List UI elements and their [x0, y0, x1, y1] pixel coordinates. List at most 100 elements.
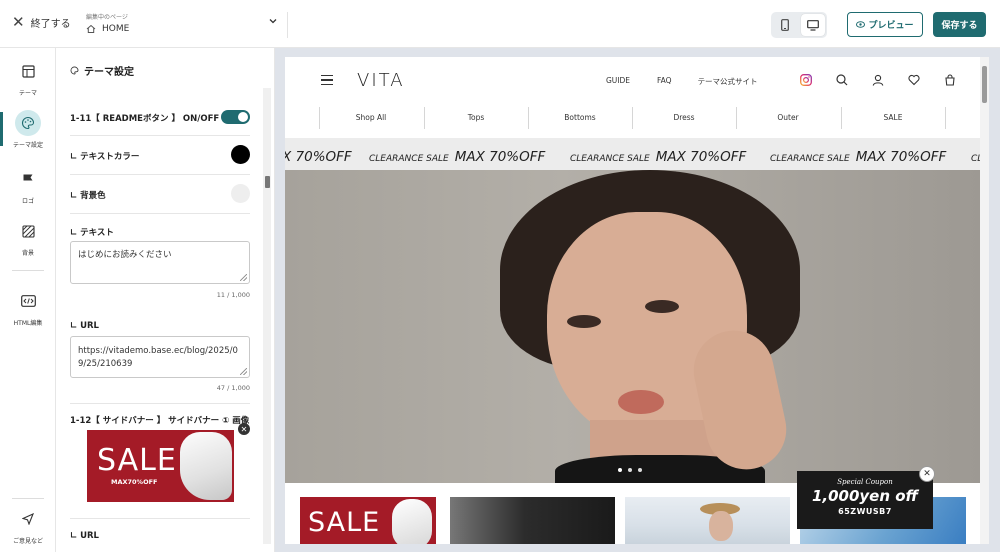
- url-textarea[interactable]: https://vitademo.base.ec/blog/2025/09/25…: [70, 336, 250, 378]
- rail-label: テーマ: [18, 90, 37, 97]
- carousel-dot[interactable]: [618, 468, 622, 472]
- cat-bottoms[interactable]: Bottoms: [528, 105, 632, 129]
- link-faq[interactable]: FAQ: [657, 76, 672, 87]
- divider: [70, 403, 250, 404]
- hero-eye: [567, 315, 601, 328]
- monitor-icon: [807, 19, 819, 31]
- rail-divider: [12, 270, 44, 271]
- carousel-dots: [618, 468, 642, 472]
- instagram-icon[interactable]: [788, 74, 824, 86]
- site-icons: [788, 74, 968, 86]
- coupon-popup[interactable]: Special Coupon 1,000yen off 65ZWUSB7: [797, 471, 933, 529]
- readme-toggle[interactable]: [221, 110, 250, 124]
- exit-button[interactable]: ✕ 終了する: [12, 13, 71, 31]
- heart-icon[interactable]: [896, 74, 932, 86]
- page-caption: 編集中のページ: [86, 14, 128, 21]
- text-counter: 11 / 1,000: [216, 291, 250, 299]
- save-button[interactable]: 保存する: [933, 12, 986, 37]
- url2-label: ∟ URL: [70, 531, 99, 541]
- hamburger-icon[interactable]: [321, 75, 333, 88]
- banner-thumb-couple[interactable]: [450, 497, 615, 544]
- text-textarea-value: はじめにお読みください: [78, 250, 172, 260]
- page-selector[interactable]: 編集中のページ HOME: [86, 12, 288, 38]
- hero-lips: [618, 390, 664, 414]
- desktop-view-button[interactable]: [801, 14, 825, 36]
- hero-image: [285, 170, 980, 483]
- url-textarea-value: https://vitademo.base.ec/blog/2025/09/25…: [78, 346, 238, 369]
- rail-item-html-edit[interactable]: HTML編集: [0, 288, 56, 327]
- sidebanner-label: 1-12【 サイドバナー 】 サイドバナー ① 画像: [70, 416, 250, 426]
- link-theme-site[interactable]: テーマ公式サイト: [698, 76, 758, 87]
- send-icon: [15, 506, 41, 532]
- text-label: ∟ テキスト: [70, 228, 114, 238]
- panel-scrollbar[interactable]: [263, 88, 271, 544]
- carousel-dot[interactable]: [638, 468, 642, 472]
- texture-icon: [15, 218, 41, 244]
- preview-label: プレビュー: [868, 21, 914, 31]
- banner-off-text: MAX70%OFF: [111, 478, 158, 486]
- marquee-item: CLEARANCE SALE MAX 70%OFF: [369, 149, 546, 165]
- banner-thumb-sale[interactable]: SALE: [300, 497, 436, 544]
- home-icon: [86, 24, 96, 33]
- coupon-close-button[interactable]: ✕: [919, 466, 935, 482]
- bg-color-swatch[interactable]: [231, 184, 250, 203]
- marquee-item: CLEARANCE SALE MAX 70%OFF: [570, 149, 747, 165]
- page-name: HOME: [102, 24, 130, 34]
- site-preview: VITA GUIDE FAQ テーマ公式サイト Shop All Tops Bo…: [285, 57, 989, 544]
- flag-icon: [15, 166, 41, 192]
- rail-item-theme[interactable]: テーマ: [0, 58, 56, 97]
- bg-color-label: ∟ 背景色: [70, 191, 106, 201]
- divider: [70, 213, 250, 214]
- site-links: GUIDE FAQ テーマ公式サイト: [606, 76, 758, 87]
- device-switcher: [771, 12, 827, 38]
- cat-sale[interactable]: SALE: [841, 105, 945, 129]
- palette-icon: [70, 66, 79, 75]
- carousel-dot[interactable]: [628, 468, 632, 472]
- preview-button[interactable]: プレビュー: [847, 12, 923, 37]
- cart-icon[interactable]: [932, 74, 968, 86]
- rail-label: ご意見など: [12, 538, 43, 545]
- preview-scrollbar[interactable]: [980, 57, 989, 544]
- sidebanner-image: SALE MAX70%OFF: [87, 430, 234, 502]
- thumb-face: [709, 511, 733, 541]
- resize-grip[interactable]: [240, 274, 247, 281]
- site-logo[interactable]: VITA: [357, 70, 405, 91]
- search-icon[interactable]: [824, 74, 860, 86]
- banner-thumb-hat[interactable]: [625, 497, 790, 544]
- coupon-code: 65ZWUSB7: [838, 507, 892, 516]
- rail-item-logo[interactable]: ロゴ: [0, 166, 56, 205]
- exit-label: 終了する: [30, 19, 71, 30]
- link-guide[interactable]: GUIDE: [606, 76, 630, 87]
- url-label: ∟ URL: [70, 321, 99, 331]
- panel-title: テーマ設定: [70, 63, 134, 78]
- cat-outer[interactable]: Outer: [736, 105, 840, 129]
- banner-shoe: [180, 432, 232, 500]
- url-counter: 47 / 1,000: [216, 384, 250, 392]
- code-icon: [15, 288, 41, 314]
- remove-image-button[interactable]: ✕: [238, 423, 250, 435]
- resize-grip[interactable]: [240, 368, 247, 375]
- text-textarea[interactable]: はじめにお読みください: [70, 241, 250, 284]
- cat-tops[interactable]: Tops: [424, 105, 528, 129]
- cat-shop-all[interactable]: Shop All: [319, 105, 423, 129]
- preview-scrollbar-thumb[interactable]: [982, 66, 987, 103]
- rail-label: HTML編集: [13, 320, 43, 327]
- text-color-label: ∟ テキストカラー: [70, 152, 140, 162]
- user-icon[interactable]: [860, 74, 896, 86]
- text-color-swatch[interactable]: [231, 145, 250, 164]
- divider: [70, 518, 250, 519]
- rail-divider: [12, 498, 44, 499]
- thumb-sale-text: SALE: [308, 507, 381, 538]
- divider: [70, 174, 250, 175]
- panel-scrollbar-thumb[interactable]: [265, 176, 270, 188]
- coupon-script: Special Coupon: [837, 478, 893, 486]
- settings-panel: テーマ設定 1-11【 READMEボタン 】 ON/OFF ∟ テキストカラー…: [56, 48, 275, 552]
- rail-item-theme-settings[interactable]: テーマ設定: [0, 110, 56, 149]
- rail-item-feedback[interactable]: ご意見など: [0, 506, 56, 545]
- cat-dress[interactable]: Dress: [632, 105, 736, 129]
- close-icon: ✕: [12, 13, 25, 31]
- rail-item-background[interactable]: 背景: [0, 218, 56, 257]
- rail-label: ロゴ: [21, 198, 34, 205]
- mobile-view-button[interactable]: [771, 12, 799, 38]
- panel-title-text: テーマ設定: [84, 67, 134, 78]
